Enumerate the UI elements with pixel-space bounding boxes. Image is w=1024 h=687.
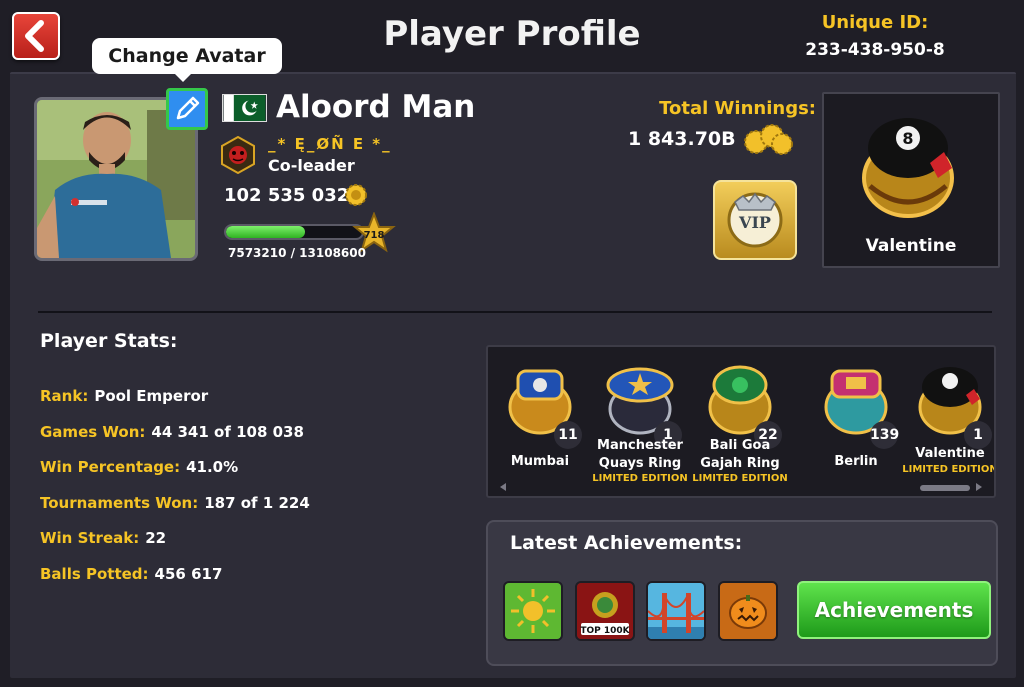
stat-win-streak: Win Streak: 22	[40, 529, 167, 547]
valentine-cue-ring-icon: 8	[862, 118, 954, 218]
xp-progress-bar	[224, 224, 364, 240]
scroll-right-arrow-icon[interactable]	[974, 482, 984, 492]
change-avatar-button[interactable]	[166, 88, 208, 130]
achievement-badge-sun[interactable]	[503, 581, 563, 641]
ring-count: 139	[870, 421, 899, 449]
stat-balls-potted: Balls Potted: 456 617	[40, 565, 223, 583]
player-stats-title: Player Stats:	[40, 330, 178, 352]
coins-value: 102 535 032	[224, 185, 350, 206]
ring-name: Valentine	[915, 446, 985, 461]
ring-item-bali[interactable]: 22 Bali Goa Gajah Ring LIMITED EDITION	[690, 347, 790, 496]
stat-games-won: Games Won: 44 341 of 108 038	[40, 423, 304, 441]
ring-count: 11	[554, 421, 582, 449]
unique-id-label: Unique ID:	[821, 12, 929, 33]
stat-rank: Rank: Pool Emperor	[40, 387, 209, 405]
ring-item-valentine[interactable]: 1 Valentine LIMITED EDITION	[900, 347, 994, 496]
club-name[interactable]: _* Ę_ØÑ E *_	[268, 135, 392, 153]
sun-badge-icon	[505, 583, 561, 639]
achievement-badge-top100k[interactable]: TOP 100K	[575, 581, 635, 641]
xp-progress-fill	[226, 226, 305, 238]
level-number: 718	[364, 230, 385, 241]
ring-edition: LIMITED EDITION	[692, 473, 788, 484]
vip-label: VIP	[738, 213, 771, 232]
stat-win-percentage: Win Percentage: 41.0%	[40, 458, 239, 476]
ring-item-berlin[interactable]: 139 Berlin	[806, 347, 906, 496]
club-badge-icon[interactable]	[220, 136, 256, 174]
bridge-badge-icon	[648, 583, 704, 639]
achievements-button[interactable]: Achievements	[797, 581, 991, 639]
player-name: Aloord Man	[276, 89, 476, 125]
top100k-label: TOP 100K	[580, 626, 630, 636]
pumpkin-badge-icon	[720, 583, 776, 639]
latest-achievements-title: Latest Achievements:	[510, 532, 743, 554]
ring-name: Berlin	[834, 454, 878, 469]
ring-edition: LIMITED EDITION	[902, 464, 996, 475]
total-winnings-label: Total Winnings:	[659, 98, 816, 119]
achievement-badge-pumpkin[interactable]	[718, 581, 778, 641]
xp-text: 7573210 / 13108600	[228, 246, 366, 260]
coin-stack-icon	[744, 124, 793, 155]
scroll-left-arrow-icon[interactable]	[498, 482, 508, 492]
vip-button[interactable]: VIP	[713, 180, 797, 260]
svg-text:8: 8	[902, 129, 913, 148]
pencil-icon	[176, 96, 200, 120]
coin-icon	[345, 184, 367, 206]
stat-tournaments-won: Tournaments Won: 187 of 1 224	[40, 494, 310, 512]
top100k-badge-icon: TOP 100K	[577, 583, 633, 639]
ring-item-manchester[interactable]: 1 Manchester Quays Ring LIMITED EDITION	[590, 347, 690, 496]
pakistan-flag-icon	[222, 94, 267, 122]
equipped-cue-name: Valentine	[865, 236, 957, 256]
ring-item-mumbai[interactable]: 11 Mumbai	[490, 347, 590, 496]
club-role: Co-leader	[268, 156, 355, 175]
ring-edition: LIMITED EDITION	[592, 473, 688, 484]
unique-id-value: 233-438-950-8	[805, 40, 945, 60]
achievement-badge-bridge[interactable]	[646, 581, 706, 641]
total-winnings-value: 1 843.70B	[628, 128, 736, 150]
ring-name: Mumbai	[510, 454, 570, 469]
rings-carousel[interactable]: 11 Mumbai 1 Manchester Quays Ring LIMITE…	[486, 345, 996, 498]
change-avatar-tooltip: Change Avatar	[92, 38, 282, 82]
ring-name: Bali Goa Gajah Ring	[700, 438, 780, 471]
ring-name: Manchester Quays Ring	[597, 438, 683, 471]
section-divider	[38, 311, 992, 313]
vip-shield-icon: VIP	[727, 192, 783, 248]
rings-scrollbar[interactable]	[920, 485, 970, 491]
